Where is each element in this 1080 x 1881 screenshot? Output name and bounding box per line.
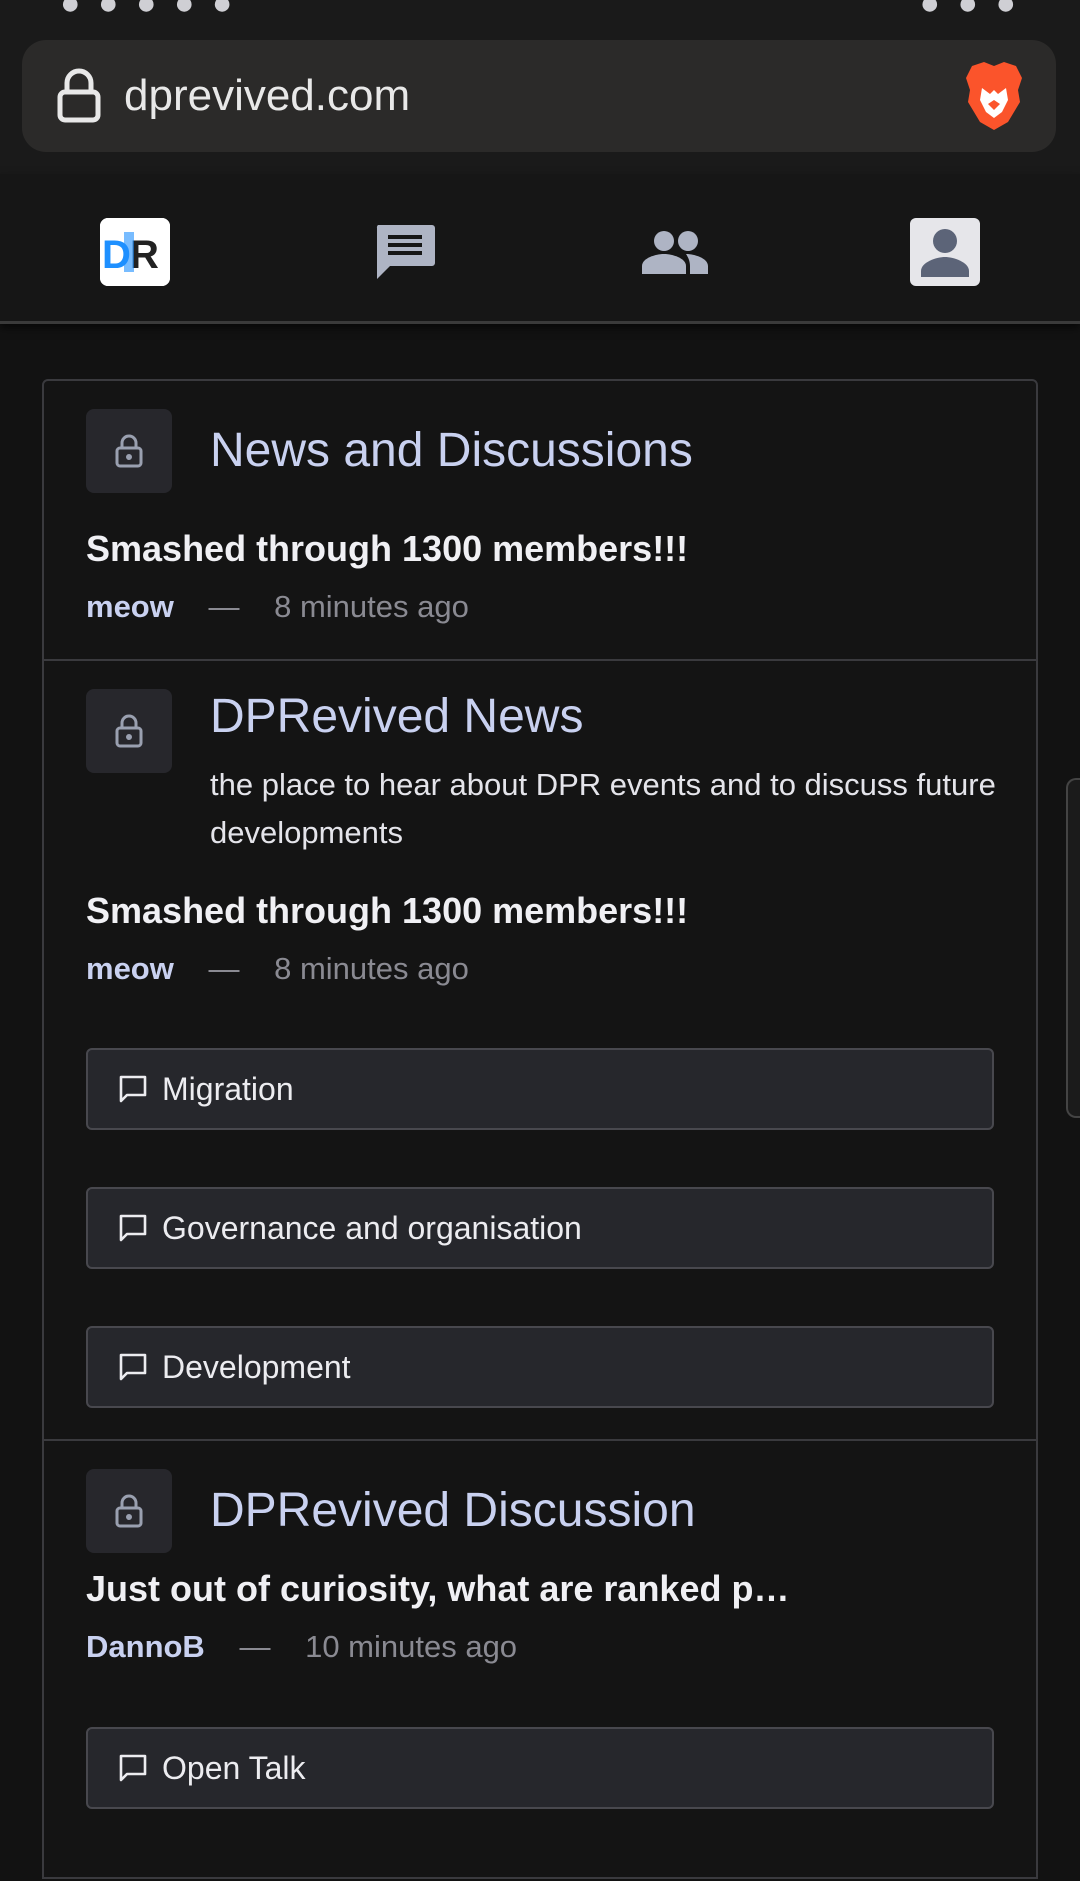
svg-text:R: R: [130, 233, 159, 277]
address-bar[interactable]: dprevived.com: [22, 40, 1056, 152]
subforum-label: Governance and organisation: [162, 1209, 582, 1246]
meta-separator: —: [208, 951, 240, 986]
lock-icon: [86, 409, 172, 493]
url-text[interactable]: dprevived.com: [124, 68, 410, 124]
post-author[interactable]: meow: [86, 951, 174, 986]
status-icons-left: ● ● ● ● ●: [60, 0, 236, 14]
browser-toolbar: dprevived.com: [0, 14, 1080, 174]
latest-post-title[interactable]: Just out of curiosity, what are ranked p…: [86, 1565, 789, 1613]
post-meta: DannoB — 10 minutes ago: [86, 1625, 517, 1669]
lock-icon[interactable]: [56, 68, 102, 124]
subforum-label: Development: [162, 1348, 351, 1385]
forum-title[interactable]: DPRevived Discussion: [210, 1481, 696, 1541]
forum-title[interactable]: DPRevived News: [210, 687, 583, 747]
lock-icon: [86, 689, 172, 773]
meta-separator: —: [208, 589, 240, 624]
forum-section: News and Discussions Smashed through 130…: [44, 381, 1036, 661]
chat-icon[interactable]: [370, 218, 440, 286]
profile-icon[interactable]: [910, 218, 980, 286]
forum-section: DPRevived News the place to hear about D…: [44, 661, 1036, 1441]
lock-icon: [86, 1469, 172, 1553]
people-icon[interactable]: [640, 218, 710, 286]
latest-post-title[interactable]: Smashed through 1300 members!!!: [86, 887, 688, 935]
meta-separator: —: [239, 1629, 271, 1664]
subforum-migration[interactable]: Migration: [86, 1048, 994, 1130]
dpr-logo[interactable]: D R: [100, 218, 170, 286]
subforum-label: Migration: [162, 1070, 294, 1107]
post-author[interactable]: DannoB: [86, 1629, 205, 1664]
subforum-label: Open Talk: [162, 1749, 306, 1786]
forum-description: the place to hear about DPR events and t…: [210, 767, 996, 850]
comment-icon: [118, 1753, 148, 1783]
comment-icon: [118, 1352, 148, 1382]
comment-icon: [118, 1074, 148, 1104]
subforum-governance[interactable]: Governance and organisation: [86, 1187, 994, 1269]
forum-list: News and Discussions Smashed through 130…: [42, 379, 1038, 1879]
subforum-development[interactable]: Development: [86, 1326, 994, 1408]
post-meta: meow — 8 minutes ago: [86, 947, 469, 991]
latest-post-title[interactable]: Smashed through 1300 members!!!: [86, 525, 688, 573]
forum-title[interactable]: News and Discussions: [210, 421, 693, 481]
scroll-handle[interactable]: [1066, 778, 1080, 1118]
status-icons-right: ● ● ●: [919, 0, 1020, 14]
subforum-open-talk[interactable]: Open Talk: [86, 1727, 994, 1809]
comment-icon: [118, 1213, 148, 1243]
brave-lion-icon[interactable]: [962, 60, 1026, 132]
post-time: 8 minutes ago: [274, 589, 469, 624]
post-time: 10 minutes ago: [305, 1629, 518, 1664]
status-bar: ● ● ● ● ● ● ● ●: [0, 0, 1080, 14]
post-time: 8 minutes ago: [274, 951, 469, 986]
post-meta: meow — 8 minutes ago: [86, 585, 469, 629]
app-navigation: D R: [0, 174, 1080, 324]
forum-section: DPRevived Discussion Just out of curiosi…: [44, 1441, 1036, 1881]
post-author[interactable]: meow: [86, 589, 174, 624]
